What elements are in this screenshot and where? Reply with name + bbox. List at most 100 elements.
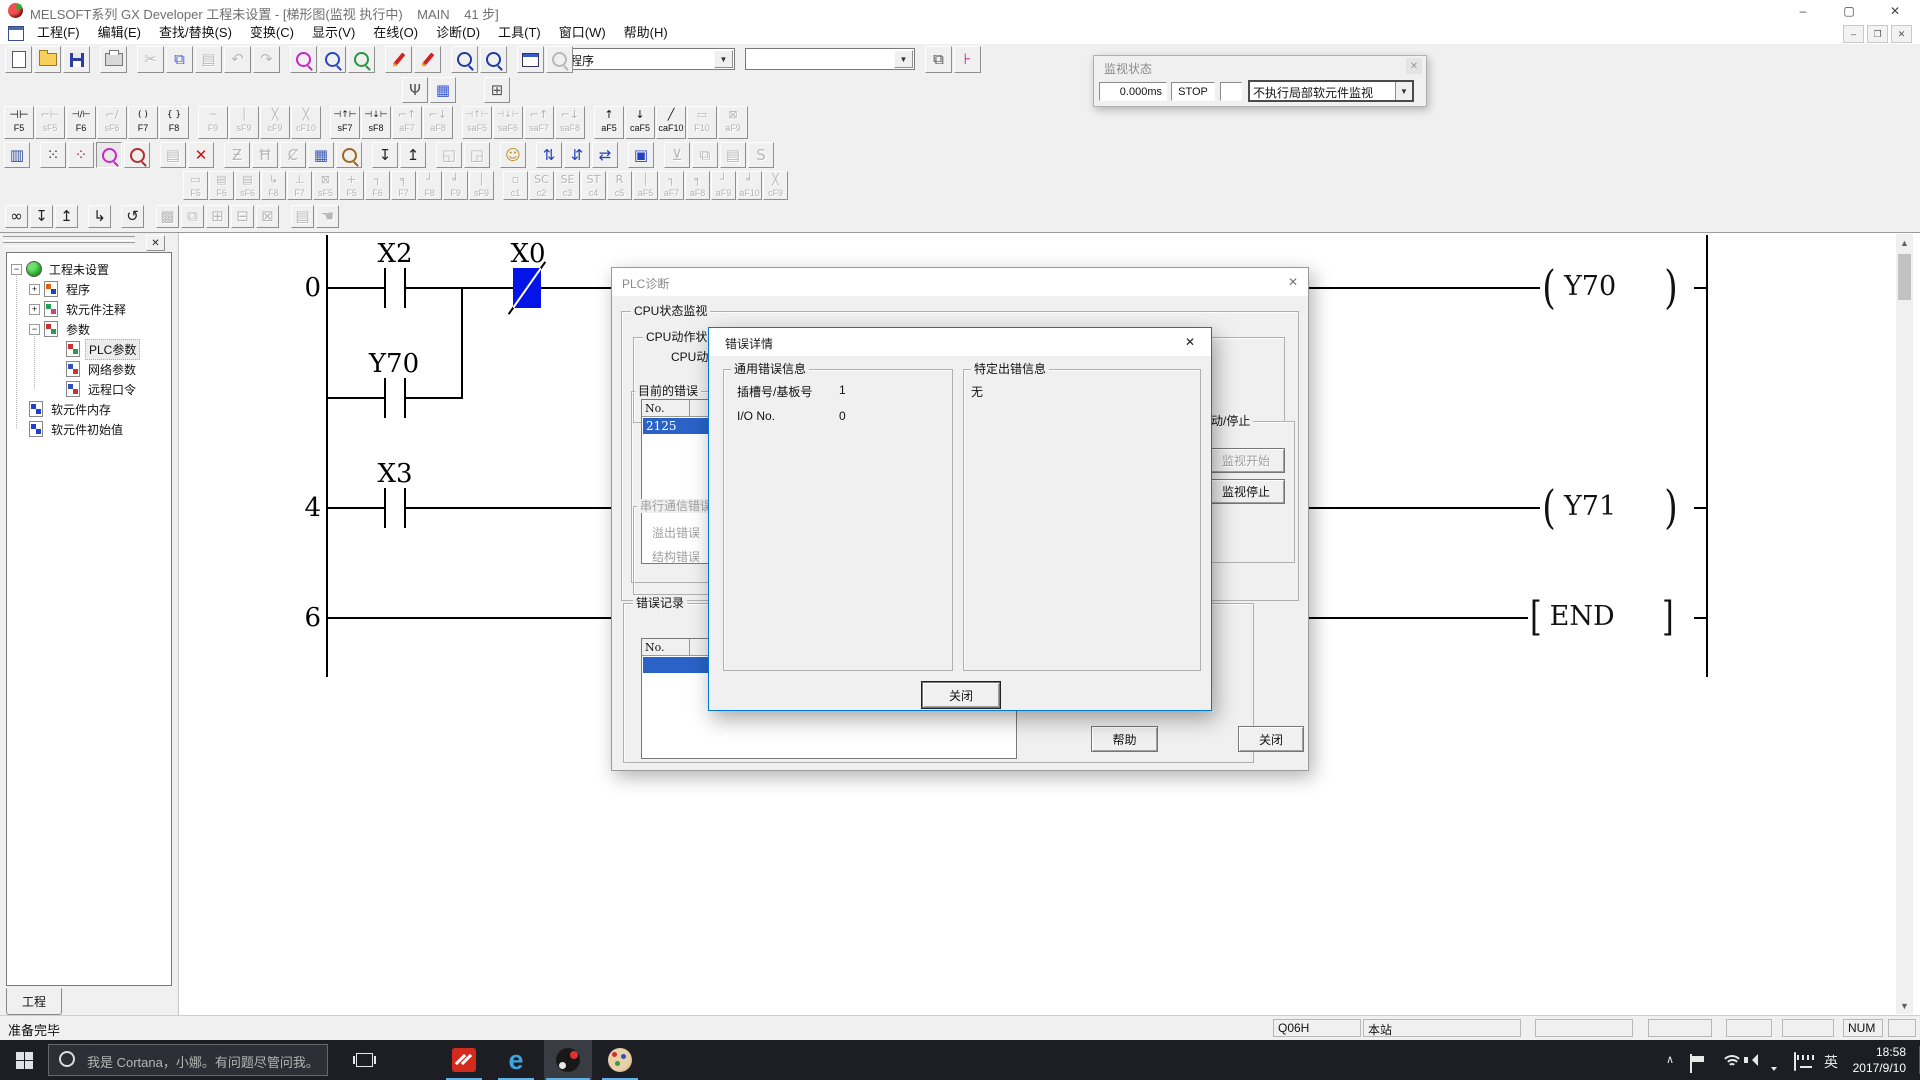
scan-time-mag-button[interactable] — [336, 142, 362, 168]
find-binoculars-button[interactable]: ∞ — [5, 205, 28, 228]
replace-button[interactable]: ↺ — [121, 205, 144, 228]
project-data-window-button[interactable] — [517, 46, 544, 73]
start-button[interactable] — [0, 1040, 48, 1080]
taskbar-app-paint[interactable] — [596, 1040, 644, 1080]
insert-row-button[interactable]: ↧ — [372, 142, 398, 168]
device-grid-button[interactable]: ▦ — [430, 77, 456, 103]
blank-combo[interactable]: ▼ — [745, 48, 915, 70]
tree-expander[interactable]: + — [29, 284, 40, 295]
tree-item-软元件注释[interactable]: +软元件注释 — [29, 299, 169, 319]
find-next-button[interactable]: ↧ — [30, 205, 53, 228]
zoom-replace-red-button[interactable] — [480, 46, 507, 73]
tree-expander[interactable]: + — [29, 304, 40, 315]
error-close-button[interactable]: 关闭 — [922, 682, 1000, 708]
tree-item-参数[interactable]: −参数 — [29, 319, 169, 339]
ladder-symbol-caF5-button[interactable]: ↓caF5 — [625, 106, 655, 139]
chevron-down-icon[interactable]: ▼ — [894, 50, 913, 68]
tree-item-软元件初始值[interactable]: 软元件初始值 — [29, 419, 169, 439]
write-mode-button[interactable] — [385, 46, 412, 73]
sort-3-button[interactable]: ⇄ — [592, 142, 618, 168]
zoom-find-red-button[interactable] — [451, 46, 478, 73]
new-button[interactable] — [5, 46, 32, 73]
scroll-down-icon[interactable]: ▼ — [1896, 997, 1913, 1014]
splitter-handle[interactable] — [3, 242, 135, 247]
find-prev-button[interactable]: ↥ — [55, 205, 78, 228]
taskbar-app-gxworks[interactable] — [440, 1040, 488, 1080]
delete-red-button[interactable]: ✕ — [188, 142, 214, 168]
menu-window[interactable]: 窗口(W) — [550, 22, 615, 44]
mdi-close-button[interactable]: ✕ — [1891, 25, 1912, 43]
copy-button[interactable]: ⧉ — [166, 46, 193, 73]
comment-display-button[interactable]: ⧉ — [925, 46, 952, 73]
jump-button[interactable]: ↳ — [88, 205, 111, 228]
find-instruction-button[interactable] — [319, 46, 346, 73]
scrollbar-thumb[interactable] — [1898, 254, 1911, 300]
chevron-down-icon[interactable]: ▼ — [714, 50, 733, 68]
menu-diagnostics[interactable]: 诊断(D) — [427, 22, 489, 44]
chevron-down-icon[interactable]: ▼ — [1395, 82, 1412, 100]
scroll-up-icon[interactable]: ▲ — [1896, 234, 1913, 251]
tree-expander[interactable]: − — [29, 324, 40, 335]
read-mode-button[interactable] — [96, 142, 122, 168]
menu-online[interactable]: 在线(O) — [364, 22, 427, 44]
ladder-symbol-sF7-button[interactable]: ⊣↑⊢sF7 — [330, 106, 360, 139]
list-mode-button[interactable]: ⊦ — [954, 46, 981, 73]
monitor-write-mode-button[interactable] — [414, 46, 441, 73]
print-button[interactable] — [100, 46, 127, 73]
menu-help[interactable]: 帮助(H) — [615, 22, 677, 44]
tray-chevron-up-icon[interactable]: ∧ — [1666, 1053, 1674, 1066]
ime-indicator[interactable]: 英 — [1824, 1052, 1838, 1072]
menu-edit[interactable]: 编辑(E) — [89, 22, 150, 44]
menu-view[interactable]: 显示(V) — [303, 22, 364, 44]
find-string-button[interactable] — [348, 46, 375, 73]
ladder-symbol-caF10-button[interactable]: ╱caF10 — [656, 106, 686, 139]
task-view-button[interactable] — [340, 1040, 388, 1080]
tree-expander[interactable]: − — [11, 264, 22, 275]
remote-operation-button[interactable]: ☺ — [500, 142, 526, 168]
taskbar-app-edge[interactable]: e — [492, 1040, 540, 1080]
battery-icon[interactable] — [1690, 1054, 1692, 1073]
save-button[interactable] — [63, 46, 90, 73]
minimize-button[interactable]: – — [1780, 0, 1826, 22]
menu-project[interactable]: 工程(F) — [28, 22, 89, 44]
touch-keyboard-icon[interactable] — [1794, 1052, 1796, 1071]
monitor-condition-button[interactable]: ⁙ — [40, 142, 66, 168]
tab-project[interactable]: 工程 — [6, 988, 62, 1015]
tree-item-程序[interactable]: +程序 — [29, 279, 169, 299]
delete-row-button[interactable]: ↥ — [400, 142, 426, 168]
close-icon[interactable]: ✕ — [1284, 273, 1302, 291]
menu-convert[interactable]: 变换(C) — [241, 22, 303, 44]
vertical-scrollbar[interactable]: ▲ ▼ — [1896, 234, 1913, 1014]
close-icon[interactable]: ✕ — [146, 235, 165, 251]
tree-item-PLC参数[interactable]: PLC参数 — [51, 339, 169, 359]
ladder-symbol-F5-button[interactable]: ⊣⊢F5 — [4, 106, 34, 139]
monitor-stop-button[interactable]: 监视停止 — [1207, 479, 1285, 504]
plc-close-button[interactable]: 关闭 — [1238, 726, 1304, 752]
ladder-symbol-aF5-button[interactable]: ↑aF5 — [594, 106, 624, 139]
ladder-symbol-F7-button[interactable]: ( )F7 — [128, 106, 158, 139]
cortana-search-box[interactable]: 我是 Cortana，小娜。有问题尽管问我。 — [48, 1044, 328, 1076]
mdi-minimize-button[interactable]: – — [1843, 25, 1864, 43]
program-combo[interactable]: 程序 ▼ — [565, 48, 735, 70]
ladder-symbol-F6-button[interactable]: ⊣/⊢F6 — [66, 106, 96, 139]
menu-tools[interactable]: 工具(T) — [489, 22, 550, 44]
mdi-restore-button[interactable]: ❐ — [1867, 25, 1888, 43]
write-mode-2-button[interactable] — [124, 142, 150, 168]
watch-mode-select[interactable]: 不执行局部软元件监视 ▼ — [1248, 80, 1414, 102]
open-button[interactable] — [34, 46, 61, 73]
maximize-button[interactable]: ▢ — [1826, 0, 1872, 22]
help-button[interactable]: 帮助 — [1091, 726, 1158, 752]
tree-item-网络参数[interactable]: 网络参数 — [51, 359, 169, 379]
tree-item-软元件内存[interactable]: 软元件内存 — [29, 399, 169, 419]
tree-item-远程口令[interactable]: 远程口令 — [51, 379, 169, 399]
monitor-write-button[interactable]: ⁘ — [68, 142, 94, 168]
device-monitor-button[interactable]: ▥ — [4, 142, 30, 168]
menu-find-replace[interactable]: 查找/替换(S) — [150, 22, 241, 44]
ladder-symbol-sF8-button[interactable]: ⊣↓⊢sF8 — [361, 106, 391, 139]
multi-window-button[interactable]: ▦ — [308, 142, 334, 168]
close-button[interactable]: ✕ — [1872, 0, 1918, 22]
clock[interactable]: 18:58 2017/9/10 — [1853, 1044, 1906, 1076]
sort-2-button[interactable]: ⇵ — [564, 142, 590, 168]
structure-view-button[interactable]: ⊞ — [484, 77, 510, 103]
splitter-handle[interactable] — [3, 236, 135, 241]
